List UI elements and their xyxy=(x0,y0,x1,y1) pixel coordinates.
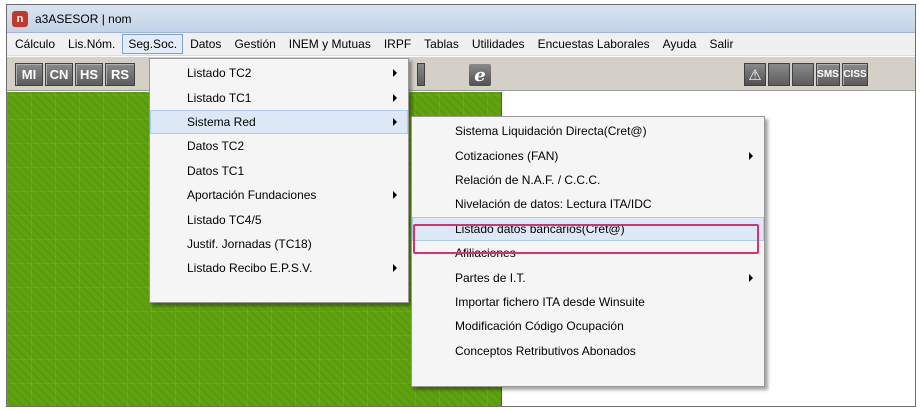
menu-item-label: Relación de N.A.F. / C.C.C. xyxy=(455,172,601,187)
menu-ayuda[interactable]: Ayuda xyxy=(657,34,703,54)
menu-datos[interactable]: Datos xyxy=(184,34,227,54)
toolbar-blank-button-2[interactable] xyxy=(792,63,814,86)
menu-item-label: Justif. Jornadas (TC18) xyxy=(187,236,312,251)
menu-item-label: Listado TC1 xyxy=(187,90,252,105)
toolbar-mi-button[interactable]: MI xyxy=(15,63,43,86)
menu-item-importar-fichero-ita[interactable]: Importar fichero ITA desde Winsuite xyxy=(412,290,764,314)
menu-item-label: Listado TC4/5 xyxy=(187,212,262,227)
alert-icon[interactable]: ⚠ xyxy=(744,63,766,86)
title-bar: n a3ASESOR | nom xyxy=(7,5,915,33)
sistema-red-submenu: Sistema Liquidación Directa(Cret@) Cotiz… xyxy=(411,116,765,387)
menu-item-modificacion-codigo-ocupacion[interactable]: Modificación Código Ocupación xyxy=(412,314,764,338)
segsoc-dropdown-menu: Listado TC2 Listado TC1 Sistema Red Dato… xyxy=(149,58,409,303)
menu-item-listado-tc1[interactable]: Listado TC1 xyxy=(150,85,408,109)
menu-item-listado-tc4-5[interactable]: Listado TC4/5 xyxy=(150,207,408,231)
submenu-arrow-icon xyxy=(749,273,753,282)
menu-item-label: Aportación Fundaciones xyxy=(187,188,317,203)
toolbar: MI CN HS RS e ⚠ SMS CISS xyxy=(7,57,915,91)
menu-item-label: Listado datos bancarios(Cret@) xyxy=(455,221,625,236)
toolbar-sms-button[interactable]: SMS xyxy=(816,63,840,86)
menu-utilidades[interactable]: Utilidades xyxy=(466,34,531,54)
menu-item-cotizaciones-fan[interactable]: Cotizaciones (FAN) xyxy=(412,143,764,167)
menu-tablas[interactable]: Tablas xyxy=(418,34,465,54)
menu-item-label: Cotizaciones (FAN) xyxy=(455,148,559,163)
menu-item-label: Conceptos Retributivos Abonados xyxy=(455,343,636,358)
menu-irpf[interactable]: IRPF xyxy=(378,34,417,54)
menu-bar: Cálculo Lis.Nóm. Seg.Soc. Datos Gestión … xyxy=(7,33,915,56)
menu-calculo[interactable]: Cálculo xyxy=(9,34,61,54)
menu-item-listado-tc2[interactable]: Listado TC2 xyxy=(150,61,408,85)
menu-item-aportacion-fundaciones[interactable]: Aportación Fundaciones xyxy=(150,183,408,207)
menu-item-label: Datos TC2 xyxy=(187,139,245,154)
menu-item-label: Sistema Red xyxy=(187,114,256,129)
menu-item-label: Afiliaciones xyxy=(455,246,516,261)
toolbar-hidden-button[interactable] xyxy=(417,63,425,86)
menu-item-datos-tc2[interactable]: Datos TC2 xyxy=(150,134,408,158)
menu-item-sistema-liquidacion-directa[interactable]: Sistema Liquidación Directa(Cret@) xyxy=(412,119,764,143)
menu-item-listado-datos-bancarios[interactable]: Listado datos bancarios(Cret@) xyxy=(412,216,764,241)
menu-gestion[interactable]: Gestión xyxy=(228,34,281,54)
menu-item-nivelacion-datos[interactable]: Nivelación de datos: Lectura ITA/IDC xyxy=(412,192,764,216)
submenu-arrow-icon xyxy=(749,151,753,160)
toolbar-rs-button[interactable]: RS xyxy=(105,63,135,86)
menu-lis-nom[interactable]: Lis.Nóm. xyxy=(62,34,121,54)
menu-item-partes-it[interactable]: Partes de I.T. xyxy=(412,265,764,289)
menu-item-sistema-red[interactable]: Sistema Red xyxy=(150,109,408,135)
toolbar-cn-button[interactable]: CN xyxy=(45,63,73,86)
app-logo-icon: n xyxy=(12,10,28,27)
menu-item-datos-tc1[interactable]: Datos TC1 xyxy=(150,159,408,183)
menu-salir[interactable]: Salir xyxy=(703,34,739,54)
menu-item-label: Sistema Liquidación Directa(Cret@) xyxy=(455,124,647,139)
menu-item-label: Partes de I.T. xyxy=(455,270,526,285)
toolbar-blank-button-1[interactable] xyxy=(768,63,790,86)
submenu-arrow-icon xyxy=(393,191,397,200)
menu-item-label: Datos TC1 xyxy=(187,163,245,178)
menu-item-justif-jornadas[interactable]: Justif. Jornadas (TC18) xyxy=(150,232,408,256)
window-title: a3ASESOR | nom xyxy=(35,11,132,26)
toolbar-ciss-button[interactable]: CISS xyxy=(842,63,868,86)
menu-item-label: Listado Recibo E.P.S.V. xyxy=(187,261,313,276)
menu-item-label: Listado TC2 xyxy=(187,66,252,81)
menu-item-label: Importar fichero ITA desde Winsuite xyxy=(455,294,645,309)
menu-item-listado-recibo-epsv[interactable]: Listado Recibo E.P.S.V. xyxy=(150,256,408,280)
menu-item-conceptos-retributivos[interactable]: Conceptos Retributivos Abonados xyxy=(412,339,764,363)
menu-item-label: Nivelación de datos: Lectura ITA/IDC xyxy=(455,197,652,212)
submenu-arrow-icon xyxy=(393,117,397,126)
menu-item-afiliaciones[interactable]: Afiliaciones xyxy=(412,241,764,265)
menu-item-label: Modificación Código Ocupación xyxy=(455,319,624,334)
menu-inem-mutuas[interactable]: INEM y Mutuas xyxy=(283,34,377,54)
menu-item-relacion-naf-ccc[interactable]: Relación de N.A.F. / C.C.C. xyxy=(412,168,764,192)
submenu-arrow-icon xyxy=(393,264,397,273)
submenu-arrow-icon xyxy=(393,69,397,78)
internet-explorer-icon[interactable]: e xyxy=(469,64,491,86)
toolbar-hs-button[interactable]: HS xyxy=(75,63,103,86)
menu-seg-soc[interactable]: Seg.Soc. xyxy=(122,34,184,54)
submenu-arrow-icon xyxy=(393,93,397,102)
menu-encuestas-laborales[interactable]: Encuestas Laborales xyxy=(532,34,656,54)
